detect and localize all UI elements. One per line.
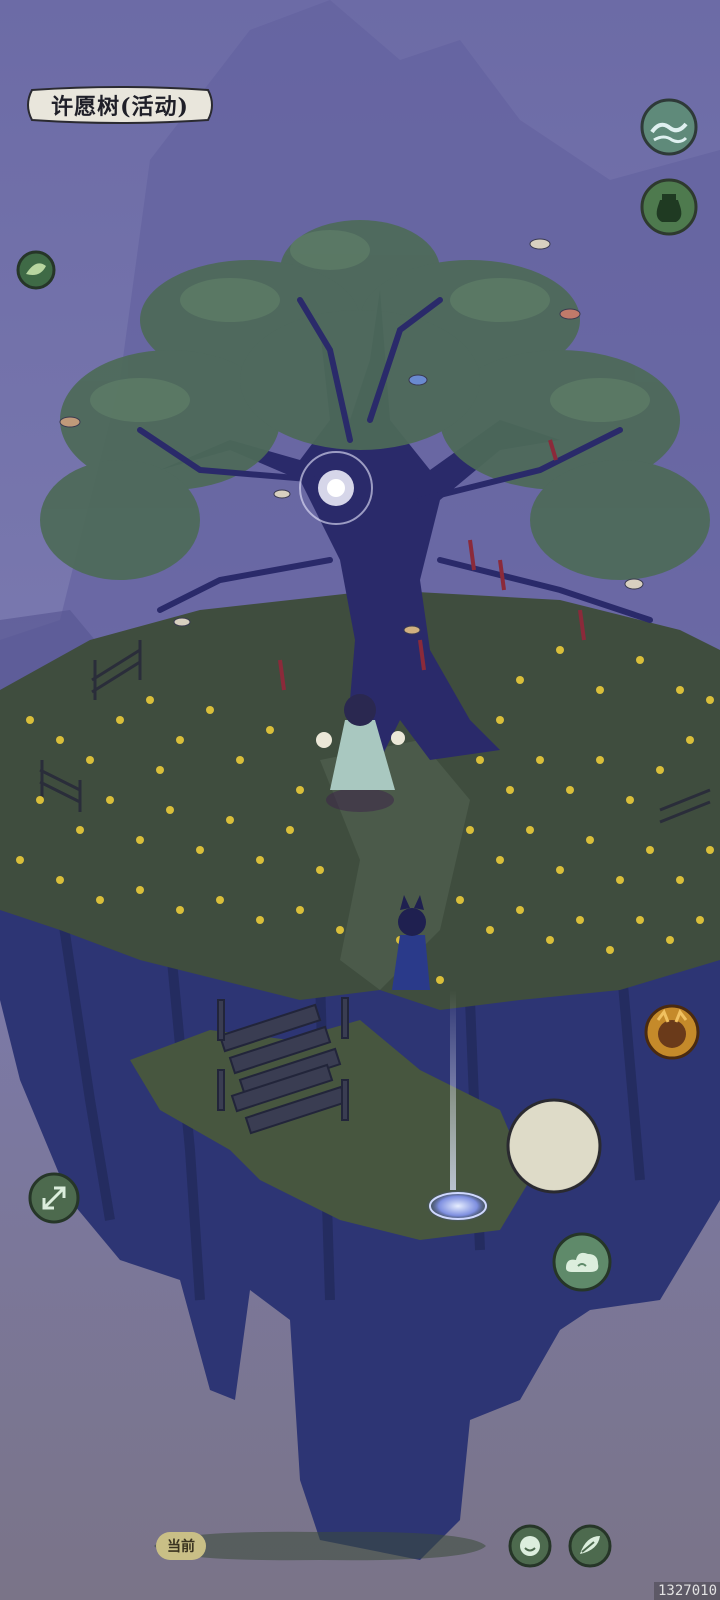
teleport-portal xyxy=(426,1190,490,1222)
location-title: 许愿树(活动) xyxy=(51,94,189,120)
joystick-knob xyxy=(506,1098,602,1194)
cloud-button[interactable] xyxy=(552,1232,612,1292)
joystick[interactable] xyxy=(506,1098,602,1194)
chat-bar[interactable]: 当前 xyxy=(150,1526,490,1566)
jar-icon xyxy=(640,178,698,236)
expand-button[interactable] xyxy=(28,1172,80,1224)
wave-button[interactable] xyxy=(640,98,698,156)
pet-face-icon xyxy=(644,1004,700,1060)
leaf-button[interactable] xyxy=(16,250,56,290)
pet-face-button[interactable] xyxy=(644,1004,700,1060)
expand-icon xyxy=(28,1172,80,1224)
jar-button[interactable] xyxy=(640,178,698,236)
wave-icon xyxy=(640,98,698,156)
smile-icon xyxy=(508,1524,552,1568)
light-beam xyxy=(450,990,456,1190)
leaf-action-icon xyxy=(568,1524,612,1568)
build-id-label: 1327010 xyxy=(654,1582,720,1600)
game-scene xyxy=(0,0,720,1600)
chat-channel-tag[interactable]: 当前 xyxy=(156,1532,206,1560)
cloud-icon xyxy=(552,1232,612,1292)
leaf-action-button[interactable] xyxy=(568,1524,612,1568)
location-title-scroll: 许愿树(活动) xyxy=(24,82,216,128)
leaf-icon xyxy=(16,250,56,290)
emote-button[interactable] xyxy=(508,1524,552,1568)
